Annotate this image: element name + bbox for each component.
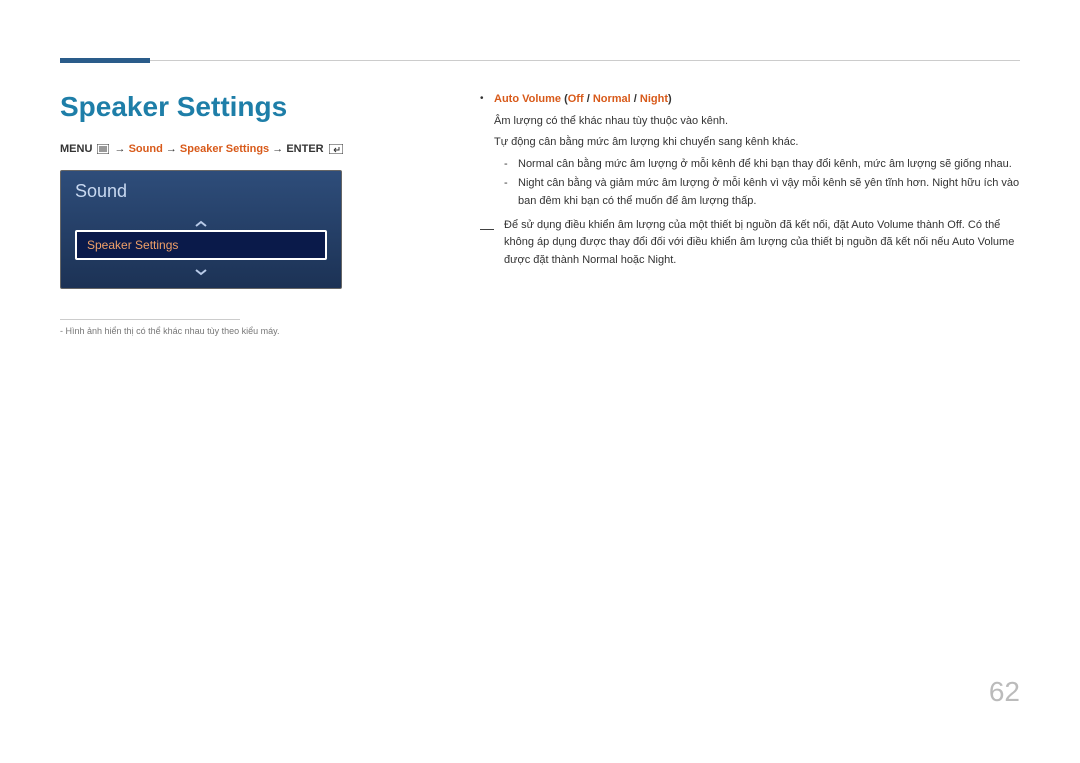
close-paren: ) (668, 93, 672, 105)
osd-panel: Sound Speaker Settings (60, 170, 342, 289)
slash-2: / (631, 93, 640, 105)
breadcrumb-speaker-settings: Speaker Settings (180, 143, 269, 155)
dash-mark-1: - (504, 156, 518, 174)
enter-icon (329, 143, 343, 155)
page-number: 62 (989, 676, 1020, 708)
footnote-text: Hình ảnh hiển thị có thể khác nhau tùy t… (66, 326, 280, 336)
breadcrumb-arrow-2: → (166, 143, 177, 155)
note-set-to: được đặt thành (504, 254, 582, 266)
chevron-up-icon[interactable] (75, 212, 327, 230)
auto-volume-label: Auto Volume (494, 93, 561, 105)
note-row: ― Để sử dụng điều khiển âm lượng của một… (480, 217, 1020, 270)
breadcrumb-sound: Sound (129, 143, 163, 155)
option-night: Night (640, 93, 668, 105)
bullet-mark: • (480, 91, 494, 109)
slash-1: / (584, 93, 593, 105)
note-off: Off (947, 219, 961, 231)
desc-line-1: Âm lượng có thể khác nhau tùy thuộc vào … (494, 113, 1020, 131)
breadcrumb: MENU → Sound → Speaker Settings → ENTER (60, 143, 460, 155)
option-normal: Normal (593, 93, 631, 105)
note-pre: Để sử dụng điều khiển âm lượng của một t… (504, 219, 851, 231)
footnote-divider (60, 319, 240, 320)
note-normal: Normal (582, 254, 617, 266)
night-keyword-2: Night (932, 177, 958, 189)
breadcrumb-enter: ENTER (286, 143, 323, 155)
auto-volume-heading: • Auto Volume (Off / Normal / Night) (480, 91, 1020, 109)
chevron-down-icon[interactable] (75, 260, 327, 278)
note-auto-volume-1: Auto Volume (851, 219, 913, 231)
open-paren: ( (561, 93, 568, 105)
desc-line-2: Tự động cân bằng mức âm lượng khi chuyển… (494, 134, 1020, 152)
night-desc-row: - Night cân bằng và giảm mức âm lượng ở … (504, 175, 1020, 210)
night-desc-1: cân bằng và giảm mức âm lượng ở mỗi kênh… (544, 177, 933, 189)
note-mark: ― (480, 217, 504, 270)
note-or: hoặc (618, 254, 648, 266)
page-top-rule (60, 60, 1020, 61)
note-to: thành (914, 219, 948, 231)
normal-keyword: Normal (518, 158, 553, 170)
note-auto-volume-2: Auto Volume (952, 236, 1014, 248)
dash-mark-2: - (504, 175, 518, 210)
option-off: Off (568, 93, 584, 105)
note-night: Night (648, 254, 674, 266)
breadcrumb-menu: MENU (60, 143, 92, 155)
normal-desc-row: - Normal cân bằng mức âm lượng ở mỗi kên… (504, 156, 1020, 174)
night-keyword-1: Night (518, 177, 544, 189)
footnote: - Hình ảnh hiển thị có thể khác nhau tùy… (60, 326, 460, 336)
breadcrumb-arrow-3: → (272, 143, 283, 155)
breadcrumb-arrow-1: → (115, 143, 126, 155)
normal-desc: cân bằng mức âm lượng ở mỗi kênh để khi … (553, 158, 1011, 170)
osd-selected-item[interactable]: Speaker Settings (75, 230, 327, 260)
osd-title: Sound (61, 171, 341, 212)
footnote-dash: - (60, 326, 63, 336)
note-period: . (673, 254, 676, 266)
menu-icon (97, 143, 109, 155)
page-title: Speaker Settings (60, 91, 460, 123)
